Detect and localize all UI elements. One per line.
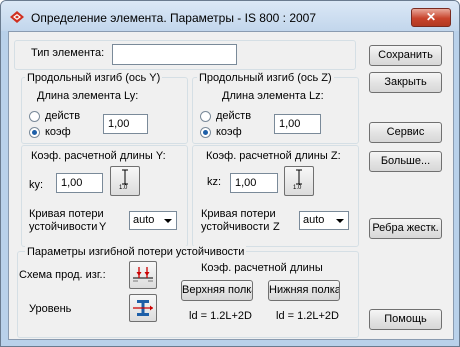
save-button[interactable]: Сохранить: [369, 45, 442, 66]
buckling-y-actual-label: действ: [45, 110, 81, 122]
buckling-y-k-label: ky:: [29, 179, 44, 191]
window-title: Определение элемента. Параметры - IS 800…: [31, 11, 317, 25]
lateral-scheme-label: Схема прод. изг.:: [19, 269, 106, 281]
service-button[interactable]: Сервис: [369, 122, 442, 143]
chevron-down-icon: [164, 219, 172, 223]
buckling-y-length-input[interactable]: [103, 114, 148, 134]
buckling-y-title: Продольный изгиб (ось Y): [25, 72, 163, 84]
lower-flange-button[interactable]: Нижняя полка: [268, 280, 340, 301]
upper-flange-button[interactable]: Верхняя полка: [181, 280, 253, 301]
buckling-y-factor-label: коэф: [45, 126, 71, 138]
dialog-window: Определение элемента. Параметры - IS 800…: [0, 0, 460, 347]
buckling-z-factor-radio[interactable]: [200, 127, 211, 138]
lateral-coef-label: Коэф. расчетной длины: [201, 262, 323, 274]
close-button[interactable]: Закрыть: [369, 72, 442, 93]
window-close-button[interactable]: ✕: [411, 8, 451, 27]
beam-scheme-icon: [133, 267, 153, 282]
buckling-z-actual-label: действ: [216, 110, 252, 122]
app-logo-icon: [10, 11, 24, 23]
buckling-y-length-label: Длина элемента Ly:: [37, 90, 139, 102]
buckling-y-curve-label-2: устойчивости: [29, 221, 98, 233]
buckling-z-k-input[interactable]: [230, 173, 278, 193]
buckling-y-k-input[interactable]: [56, 173, 103, 193]
buckling-z-curve-select[interactable]: auto: [299, 211, 349, 230]
buckling-z-length-label: Длина элемента Lz:: [222, 90, 324, 102]
buckling-y-coef-label: Коэф. расчетной длины Y:: [31, 150, 166, 162]
lower-flange-formula: ld = 1.2L+2D: [276, 310, 339, 322]
lateral-level-label: Уровень: [29, 303, 72, 315]
buckling-z-k-label: kz:: [207, 176, 222, 188]
buckling-z-length-input[interactable]: [274, 114, 321, 134]
buckling-y-actual-radio[interactable]: [29, 111, 40, 122]
buckling-z-curve-label-2: устойчивости: [201, 221, 270, 233]
buckling-y-curve-select[interactable]: auto: [129, 211, 177, 230]
element-type-input[interactable]: [112, 44, 237, 65]
buckling-z-title: Продольный изгиб (ось Z): [197, 72, 334, 84]
close-icon: ✕: [425, 10, 437, 24]
buckling-z-curve-label-1: Кривая потери: [201, 208, 276, 220]
upper-flange-formula: ld = 1.2L+2D: [189, 310, 252, 322]
buckling-z-curve-axis: Z: [273, 221, 280, 233]
buckling-y-length-scheme-button[interactable]: [110, 166, 140, 196]
lateral-buckling-title: Параметры изгибной потери устойчивости: [25, 246, 247, 258]
buckling-y-curve-value: auto: [133, 214, 155, 226]
buckling-y-k-icon-text: 1.0: [119, 185, 128, 191]
lateral-level-button[interactable]: [129, 294, 157, 322]
more-button[interactable]: Больше...: [369, 151, 442, 172]
buckling-z-factor-label: коэф: [216, 126, 242, 138]
dialog-body: Тип элемента: Продольный изгиб (ось Y) Д…: [8, 31, 454, 340]
buckling-z-length-scheme-button[interactable]: [284, 166, 314, 196]
chevron-down-icon: [336, 219, 344, 223]
buckling-z-actual-radio[interactable]: [200, 111, 211, 122]
i-beam-section-icon: [133, 300, 153, 316]
buckling-y-factor-radio[interactable]: [29, 127, 40, 138]
title-bar[interactable]: Определение элемента. Параметры - IS 800…: [1, 1, 459, 31]
lateral-scheme-button[interactable]: [129, 261, 157, 289]
buckling-z-curve-value: auto: [303, 214, 325, 226]
stiffeners-button[interactable]: Ребра жестк.: [369, 218, 442, 239]
buckling-y-curve-label-1: Кривая потери: [29, 208, 104, 220]
buckling-z-coef-label: Коэф. расчетной длины Z:: [206, 150, 341, 162]
buckling-z-k-icon-text: 1.0: [293, 185, 302, 191]
element-type-label: Тип элемента:: [31, 47, 105, 59]
help-button[interactable]: Помощь: [369, 309, 442, 330]
buckling-y-curve-axis: Y: [99, 221, 107, 233]
